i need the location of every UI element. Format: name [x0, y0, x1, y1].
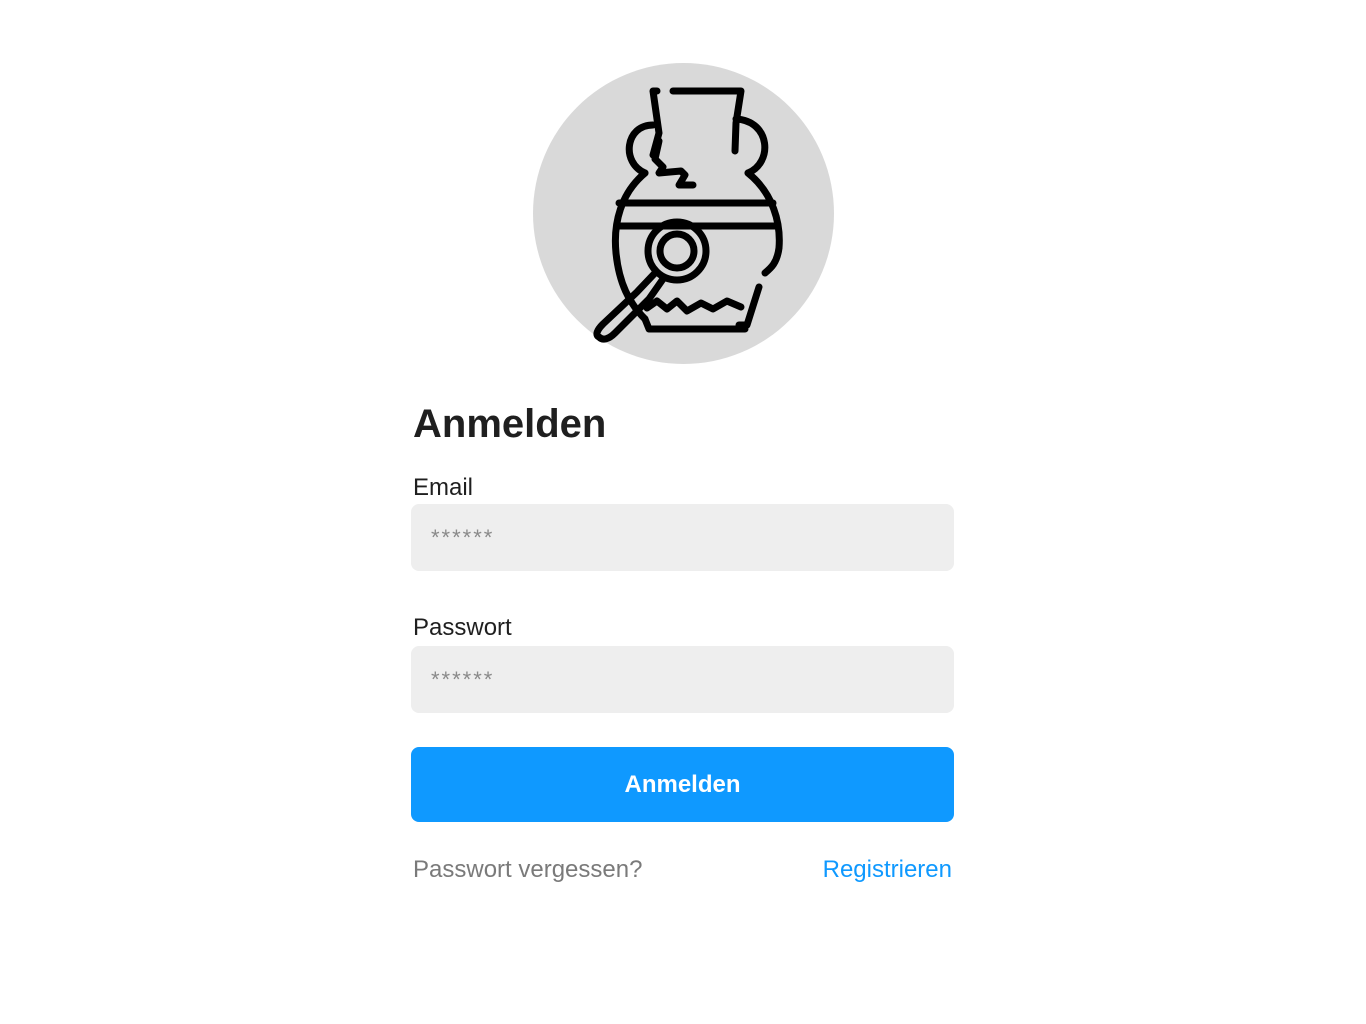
vase-magnifier-icon [593, 87, 783, 343]
page-title: Anmelden [413, 402, 607, 446]
email-field[interactable] [411, 504, 954, 571]
login-button[interactable]: Anmelden [411, 747, 954, 822]
email-label: Email [413, 474, 474, 501]
login-page: Anmelden Email Passwort Anmelden Passwor… [0, 0, 1366, 1024]
register-link[interactable]: Registrieren [823, 855, 952, 885]
forgot-password-link[interactable]: Passwort vergessen? [413, 855, 642, 885]
password-field[interactable] [411, 646, 954, 713]
app-logo [533, 63, 834, 364]
password-label: Passwort [413, 614, 512, 641]
